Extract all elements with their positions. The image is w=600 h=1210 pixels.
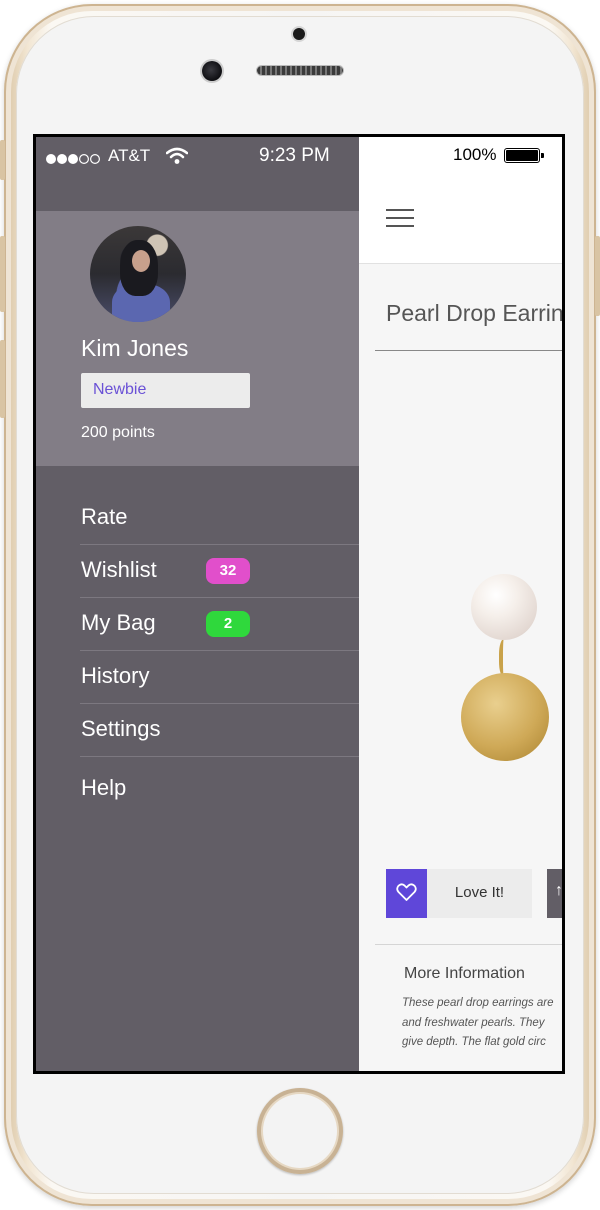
avatar[interactable]: [90, 226, 186, 322]
battery-percentage: 100%: [453, 145, 497, 164]
menu-item-label: Settings: [81, 716, 161, 741]
menu-item-label: My Bag: [81, 610, 156, 635]
carrier-label: AT&T: [108, 146, 151, 165]
front-camera: [202, 61, 222, 81]
love-it-button[interactable]: Love It!: [386, 869, 532, 918]
volume-down-button: [0, 340, 5, 418]
side-drawer: AT&T 9:23 PM Kim Jones Newbie 200 points…: [36, 137, 359, 1071]
screen: AT&T 9:23 PM Kim Jones Newbie 200 points…: [33, 134, 565, 1074]
status-bar-left: AT&T 9:23 PM: [36, 137, 359, 177]
nav-bar: [359, 177, 562, 264]
wishlist-count-badge: 32: [206, 558, 250, 584]
divider: [375, 944, 562, 945]
status-bar-right: 100%: [359, 137, 562, 177]
menu-item-my-bag[interactable]: My Bag 2: [80, 598, 359, 651]
proximity-sensor: [293, 28, 305, 40]
points-label: 200 points: [81, 424, 155, 441]
clock: 9:23 PM: [259, 145, 330, 166]
menu-item-settings[interactable]: Settings: [80, 704, 359, 757]
mute-switch: [0, 140, 5, 180]
rank-badge: Newbie: [81, 373, 250, 408]
rank-label: Newbie: [93, 381, 147, 398]
wifi-icon: [166, 147, 188, 164]
signal-strength-icon: [46, 151, 101, 169]
volume-up-button: [0, 236, 5, 312]
menu-item-label: Wishlist: [81, 557, 157, 582]
battery-icon: [504, 148, 544, 163]
menu-item-rate[interactable]: Rate: [80, 492, 359, 545]
heart-icon-box: [386, 869, 427, 918]
user-name: Kim Jones: [81, 335, 189, 361]
menu-item-label: Help: [81, 775, 127, 800]
description-line: and freshwater pearls. They: [402, 1016, 545, 1029]
product-description: These pearl drop earrings are and freshw…: [402, 994, 562, 1053]
more-info-heading: More Information: [404, 965, 525, 982]
menu-item-label: Rate: [81, 504, 128, 529]
product-page: 100% Pearl Drop Earrin Love It! ↑ More I…: [359, 137, 562, 1071]
drawer-menu: Rate Wishlist 32 My Bag 2 History Settin…: [80, 492, 359, 815]
description-line: These pearl drop earrings are: [402, 997, 554, 1009]
menu-item-help[interactable]: Help: [80, 763, 359, 815]
earpiece-speaker: [257, 66, 343, 75]
divider: [375, 350, 562, 351]
product-title: Pearl Drop Earrin: [386, 300, 562, 326]
love-it-label: Love It!: [454, 884, 505, 901]
menu-item-label: History: [81, 663, 150, 688]
menu-item-history[interactable]: History: [80, 651, 359, 704]
power-button: [595, 236, 600, 316]
share-button[interactable]: ↑: [547, 869, 562, 918]
screen-inner: AT&T 9:23 PM Kim Jones Newbie 200 points…: [36, 137, 562, 1071]
heart-icon: [396, 883, 417, 901]
share-icon: ↑: [555, 882, 562, 899]
bag-count-badge: 2: [206, 611, 250, 637]
home-button[interactable]: [257, 1088, 343, 1174]
profile-panel: Kim Jones Newbie 200 points: [36, 211, 359, 466]
menu-item-wishlist[interactable]: Wishlist 32: [80, 545, 359, 598]
description-line: give depth. The flat gold circ: [402, 1036, 546, 1048]
product-image[interactable]: [457, 569, 557, 761]
hamburger-menu-icon[interactable]: [386, 209, 414, 229]
